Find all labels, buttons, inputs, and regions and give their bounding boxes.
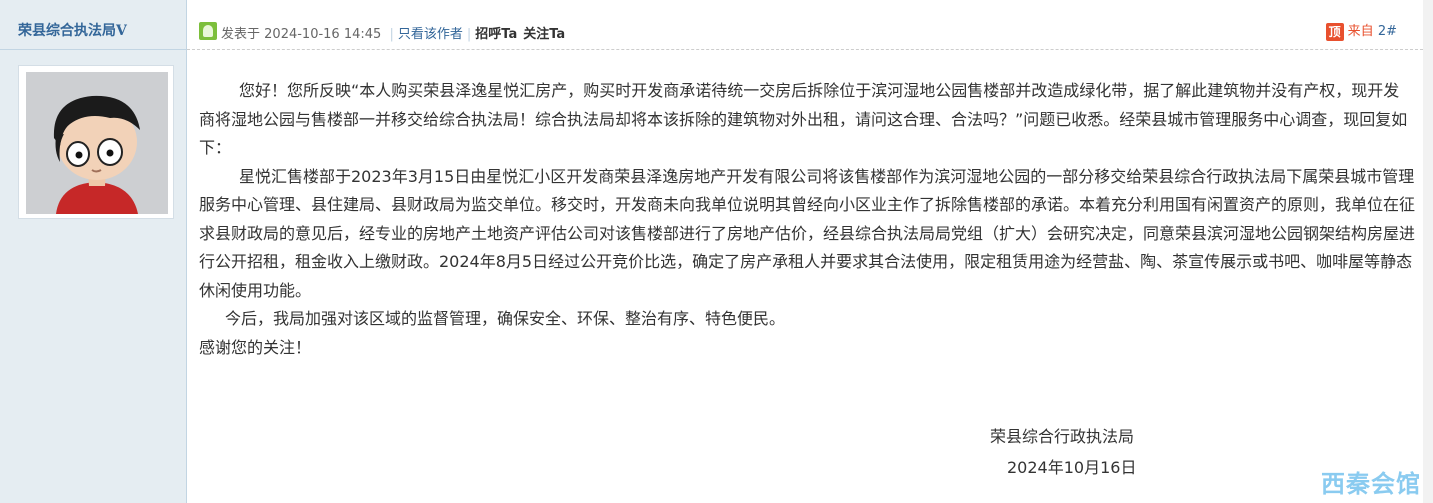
content-paragraph: 您好！您所反映“本人购买荣县泽逸星悦汇房产，购买时开发商承诺待统一交房后拆除位于…	[199, 81, 1408, 157]
separator: |	[389, 27, 394, 42]
post-meta: 发表于 2024-10-16 14:45 | 只看该作者 | 招呼Ta 关注Ta	[221, 23, 571, 42]
watermark: 西秦会馆	[1321, 470, 1421, 498]
author-name-link[interactable]: 荣县综合执法局V	[18, 23, 127, 39]
source-badge-icon: 顶	[1325, 22, 1344, 41]
content-paragraph: 感谢您的关注！	[199, 337, 312, 357]
avatar[interactable]	[18, 65, 174, 219]
scrollbar[interactable]	[1423, 0, 1433, 503]
posted-prefix: 发表于	[221, 27, 261, 42]
floor-number[interactable]: 2#	[1378, 24, 1397, 39]
signature-org: 荣县综合行政执法局	[990, 427, 1135, 446]
forum-post: 荣县综合执法局V 发表于 2024-10-16 14:45 | 只看该作者 | …	[0, 0, 1433, 503]
author-name-bar: 荣县综合执法局V	[0, 0, 186, 50]
online-status-icon	[199, 22, 217, 40]
content-paragraph: 星悦汇售楼部于2023年3月15日由星悦汇小区开发商荣县泽逸房地产开发有限公司将…	[199, 166, 1416, 300]
author-name: 荣县综合执法局	[18, 23, 116, 39]
content-paragraph: 今后，我局加强对该区域的监督管理，确保安全、环保、整治有序、特色便民。	[225, 309, 786, 328]
verified-badge: V	[116, 23, 127, 39]
post-main: 发表于 2024-10-16 14:45 | 只看该作者 | 招呼Ta 关注Ta 顶来自…	[187, 0, 1433, 503]
signature-date: 2024年10月16日	[1007, 458, 1137, 477]
only-author-link[interactable]: 只看该作者	[398, 27, 463, 42]
follow-link[interactable]: 关注Ta	[523, 27, 565, 42]
post-header: 发表于 2024-10-16 14:45 | 只看该作者 | 招呼Ta 关注Ta 顶来自…	[187, 0, 1423, 50]
avatar-image	[26, 72, 168, 214]
posted-time: 2024-10-16 14:45	[264, 27, 382, 42]
greet-link[interactable]: 招呼Ta	[475, 27, 517, 42]
author-sidebar: 荣县综合执法局V	[0, 0, 187, 503]
floor-info: 顶来自 2#	[1325, 20, 1397, 41]
source-link[interactable]: 来自	[1348, 24, 1374, 39]
separator: |	[466, 27, 472, 42]
post-content: 您好！您所反映“本人购买荣县泽逸星悦汇房产，购买时开发商承诺待统一交房后拆除位于…	[199, 77, 1415, 362]
